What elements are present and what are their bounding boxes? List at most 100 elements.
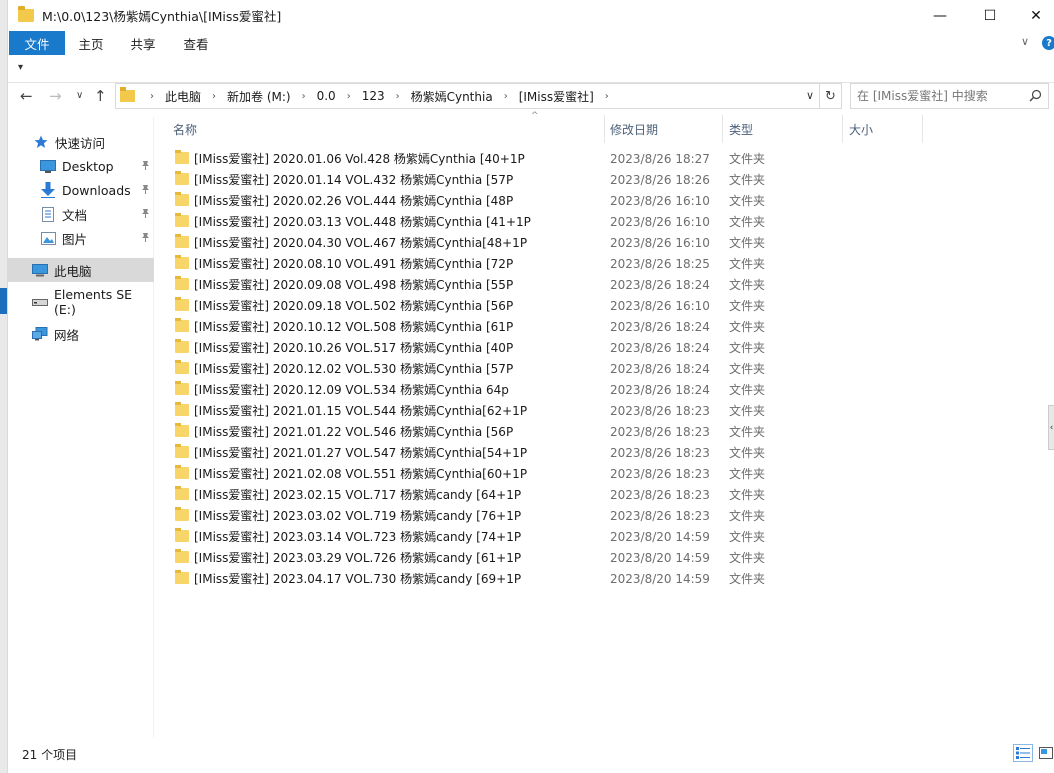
file-row[interactable]: [IMiss爱蜜社] 2021.01.22 VOL.546 杨紫嫣Cynthia… [158,421,918,442]
sidebar-item-label: 文档 [62,207,88,223]
large-icons-view-icon[interactable] [1036,744,1054,762]
tab-file[interactable]: 文件 [9,31,65,55]
star-icon [33,135,49,149]
sidebar-item-this-pc[interactable]: 此电脑 [8,258,154,282]
folder-icon [175,192,189,206]
sidebar-item-drive-e[interactable]: Elements SE (E:) [8,287,154,317]
breadcrumb-folder-imiss[interactable]: [IMiss爱蜜社] [519,88,594,105]
file-name: [IMiss爱蜜社] 2020.09.08 VOL.498 杨紫嫣Cynthia… [194,278,514,292]
folder-icon [175,444,189,458]
recent-locations-chevron-icon[interactable]: ∨ [76,90,83,101]
file-row[interactable]: [IMiss爱蜜社] 2020.08.10 VOL.491 杨紫嫣Cynthia… [158,253,918,274]
file-name: [IMiss爱蜜社] 2023.03.02 VOL.719 杨紫嫣candy [… [194,509,522,523]
breadcrumb-separator-icon[interactable]: › [212,91,216,102]
file-row[interactable]: [IMiss爱蜜社] 2023.04.17 VOL.730 杨紫嫣candy [… [158,568,918,589]
file-name: [IMiss爱蜜社] 2023.02.15 VOL.717 杨紫嫣candy [… [194,488,522,502]
sidebar-item-downloads[interactable]: Downloads [8,178,154,202]
file-name: [IMiss爱蜜社] 2020.01.06 Vol.428 杨紫嫣Cynthia… [194,152,525,166]
column-header-name[interactable]: 名称 [158,115,605,143]
address-dropdown-icon[interactable]: ∨ [806,89,814,102]
file-date-modified: 2023/8/26 18:24 [610,382,710,397]
up-arrow-icon[interactable]: ↑ [94,87,107,105]
file-date-modified: 2023/8/26 18:23 [610,466,710,481]
file-type: 文件夹 [729,320,766,334]
status-bar: 21 个项目 [8,740,1054,766]
search-box[interactable] [850,83,1049,109]
breadcrumb-separator-icon[interactable]: › [302,91,306,102]
breadcrumb-folder-123[interactable]: 123 [362,89,385,103]
column-header-size[interactable]: 大小 [843,115,923,143]
address-bar[interactable]: › 此电脑 › 新加卷 (M:) › 0.0 › 123 › 杨紫嫣Cynthi… [115,83,820,109]
breadcrumb-folder-cynthia[interactable]: 杨紫嫣Cynthia [411,88,493,105]
quick-access-toolbar: ▾ [8,55,1054,83]
breadcrumb-this-pc[interactable]: 此电脑 [165,88,201,105]
folder-icon [175,402,189,416]
file-type: 文件夹 [729,488,766,502]
file-row[interactable]: [IMiss爱蜜社] 2023.02.15 VOL.717 杨紫嫣candy [… [158,484,918,505]
file-row[interactable]: [IMiss爱蜜社] 2020.01.14 VOL.432 杨紫嫣Cynthia… [158,169,918,190]
file-row[interactable]: [IMiss爱蜜社] 2020.10.26 VOL.517 杨紫嫣Cynthia… [158,337,918,358]
tab-home[interactable]: 主页 [68,31,114,55]
search-icon[interactable] [1029,89,1042,105]
breadcrumb-folder-0-0[interactable]: 0.0 [317,89,336,103]
details-view-icon[interactable] [1013,744,1033,762]
preview-pane-chevron-icon[interactable]: ‹ [1048,405,1054,450]
sidebar-item-documents[interactable]: 文档 [8,202,154,226]
breadcrumb-separator-icon[interactable]: › [605,91,609,102]
folder-icon [175,528,189,542]
breadcrumb-separator-icon[interactable]: › [150,91,154,102]
file-date-modified: 2023/8/26 18:23 [610,445,710,460]
file-row[interactable]: [IMiss爱蜜社] 2020.09.18 VOL.502 杨紫嫣Cynthia… [158,295,918,316]
file-row[interactable]: [IMiss爱蜜社] 2020.10.12 VOL.508 杨紫嫣Cynthia… [158,316,918,337]
search-input[interactable] [857,89,1027,103]
file-row[interactable]: [IMiss爱蜜社] 2021.02.08 VOL.551 杨紫嫣Cynthia… [158,463,918,484]
back-arrow-icon[interactable]: ← [20,87,33,105]
breadcrumb-separator-icon[interactable]: › [347,91,351,102]
close-button[interactable]: ✕ [1013,0,1054,31]
sidebar-item-label: 图片 [62,231,88,247]
folder-icon [175,255,189,269]
file-row[interactable]: [IMiss爱蜜社] 2021.01.27 VOL.547 杨紫嫣Cynthia… [158,442,918,463]
breadcrumb-drive-m[interactable]: 新加卷 (M:) [227,88,291,105]
sidebar-item-quick-access[interactable]: 快速访问 [8,130,154,154]
explorer-window: M:\0.0\123\杨紫嫣Cynthia\[IMiss爱蜜社] — ☐ ✕ 文… [7,0,1054,773]
file-row[interactable]: [IMiss爱蜜社] 2021.01.15 VOL.544 杨紫嫣Cynthia… [158,400,918,421]
file-row[interactable]: [IMiss爱蜜社] 2023.03.29 VOL.726 杨紫嫣candy [… [158,547,918,568]
column-header-type[interactable]: 类型 [723,115,843,143]
folder-icon [175,570,189,584]
file-row[interactable]: [IMiss爱蜜社] 2020.02.26 VOL.444 杨紫嫣Cynthia… [158,190,918,211]
file-type: 文件夹 [729,572,766,586]
pin-icon [141,184,150,197]
breadcrumb-separator-icon[interactable]: › [504,91,508,102]
file-row[interactable]: [IMiss爱蜜社] 2023.03.02 VOL.719 杨紫嫣candy [… [158,505,918,526]
file-row[interactable]: [IMiss爱蜜社] 2020.12.09 VOL.534 杨紫嫣Cynthia… [158,379,918,400]
file-row[interactable]: [IMiss爱蜜社] 2020.03.13 VOL.448 杨紫嫣Cynthia… [158,211,918,232]
folder-icon [175,381,189,395]
breadcrumb-separator-icon[interactable]: › [396,91,400,102]
file-row[interactable]: [IMiss爱蜜社] 2020.12.02 VOL.530 杨紫嫣Cynthia… [158,358,918,379]
file-date-modified: 2023/8/26 18:24 [610,277,710,292]
qat-dropdown-icon[interactable]: ▾ [18,62,23,73]
pin-icon [141,208,150,221]
file-row[interactable]: [IMiss爱蜜社] 2020.09.08 VOL.498 杨紫嫣Cynthia… [158,274,918,295]
sidebar-item-network[interactable]: 网络 [8,322,154,346]
folder-icon [18,6,34,22]
tab-view[interactable]: 查看 [173,31,219,55]
file-row[interactable]: [IMiss爱蜜社] 2023.03.14 VOL.723 杨紫嫣candy [… [158,526,918,547]
title-bar: M:\0.0\123\杨紫嫣Cynthia\[IMiss爱蜜社] — ☐ ✕ [8,0,1054,31]
file-date-modified: 2023/8/26 18:23 [610,403,710,418]
forward-arrow-icon[interactable]: → [49,87,62,105]
sidebar-item-desktop[interactable]: Desktop [8,154,154,178]
minimize-button[interactable]: — [917,0,963,31]
sidebar-item-label: Desktop [62,158,114,174]
tab-share[interactable]: 共享 [120,31,166,55]
ribbon-expand-chevron-icon[interactable]: ∨ [1021,35,1029,48]
refresh-icon[interactable]: ↻ [820,83,842,109]
column-header-date[interactable]: 修改日期 [605,115,723,143]
help-icon[interactable]: ? [1042,36,1054,50]
file-row[interactable]: [IMiss爱蜜社] 2020.01.06 Vol.428 杨紫嫣Cynthia… [158,148,918,169]
file-row[interactable]: [IMiss爱蜜社] 2020.04.30 VOL.467 杨紫嫣Cynthia… [158,232,918,253]
maximize-button[interactable]: ☐ [967,0,1013,31]
sidebar-item-label: 快速访问 [55,135,106,151]
sidebar-item-pictures[interactable]: 图片 [8,226,154,250]
